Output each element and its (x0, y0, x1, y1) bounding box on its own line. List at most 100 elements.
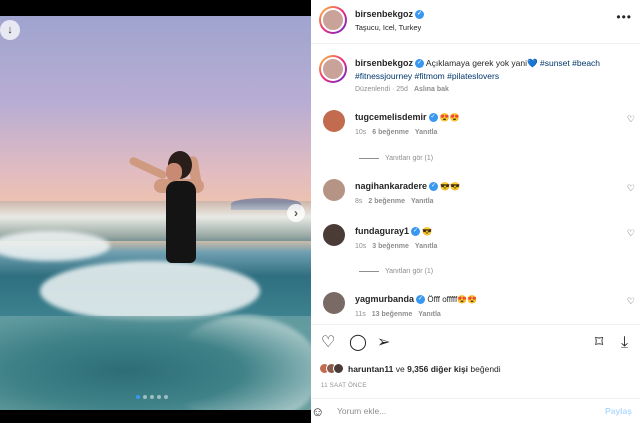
photo-foam (0, 231, 110, 261)
liker-username[interactable]: haruntan11 (348, 364, 393, 374)
photo-person (154, 151, 206, 269)
commenter-avatar[interactable] (323, 110, 345, 132)
view-replies-label[interactable]: Yanıtları gör (1) (385, 268, 433, 275)
heart-outline-icon[interactable]: ♡ (627, 296, 635, 307)
heart-outline-icon[interactable]: ♡ (627, 183, 635, 194)
caption-hashtags[interactable]: #sunset #beach (540, 58, 600, 68)
download-tray-icon[interactable]: ⤓ (621, 334, 628, 352)
see-original-link[interactable]: Aslına bak (414, 86, 449, 93)
comment-text: Öfff offfff😍😍 (427, 295, 478, 304)
caption-body: Açıklamaya gerek yok yani (425, 58, 528, 68)
likes-connector: ve (395, 363, 405, 374)
comment-text: 😎😎 (440, 182, 461, 191)
reply-button[interactable]: Yanıtla (415, 129, 438, 136)
verified-icon: ✓ (415, 59, 425, 69)
heart-outline-icon[interactable]: ♡ (627, 114, 635, 125)
carousel-dot (136, 395, 140, 399)
view-replies-label[interactable]: Yanıtları gör (1) (385, 155, 433, 162)
heart-outline-icon[interactable]: ♡ (627, 228, 635, 239)
reply-button[interactable]: Yanıtla (411, 198, 434, 205)
commenter-avatar[interactable] (323, 179, 345, 201)
comment-meta: 10s 6 beğenme Yanıtla (355, 129, 437, 136)
comment-meta: 8s 2 beğenme Yanıtla (355, 198, 434, 205)
comment-item: fundaguray1 ✓ 😎 10s 3 beğenme Yanıtla ♡ (319, 224, 637, 254)
comment-item: tugcemelisdemir ✓ 😍😍 10s 6 beğenme Yanıtla … (319, 110, 637, 140)
divider (359, 271, 379, 272)
comment-item: nagihankaradere ✓ 😎😎 8s 2 beğenme Yanıtla ♡ (319, 179, 637, 209)
caption-text: birsenbekgoz ✓ Açıklamaya gerek yok yani💙… (355, 57, 635, 83)
verified-icon: ✓ (428, 113, 438, 123)
commenter-avatar[interactable] (323, 292, 345, 314)
verified-icon: ✓ (411, 227, 421, 237)
comment-body: yagmurbanda ✓ Öfff offfff😍😍 (355, 294, 478, 305)
comment-body: tugcemelisdemir ✓ 😍😍 (355, 112, 460, 123)
add-comment-bar: ☺ Paylaş (311, 398, 640, 423)
emoji-icon[interactable]: ☺ (311, 404, 324, 419)
comment-meta: 10s 3 beğenme Yanıtla (355, 243, 437, 250)
comment-likes[interactable]: 6 beğenme (372, 129, 409, 136)
post-header: birsenbekgoz ✓ Taşucu, Icel, Turkey ••• (311, 0, 640, 44)
share-icon[interactable]: ➢ (377, 334, 390, 352)
post-timestamp[interactable]: 11 SAAT ÖNCE (321, 383, 367, 389)
caption-hashtags[interactable]: #fitnessjourney #fitmom #pilateslovers (355, 71, 499, 81)
comment-item: yagmurbanda ✓ Öfff offfff😍😍 11s 13 beğenme… (319, 292, 637, 322)
comment-body: fundaguray1 ✓ 😎 (355, 226, 433, 237)
reply-button[interactable]: Yanıtla (418, 311, 441, 318)
comment-time: 10s (355, 243, 367, 250)
caption-meta: Düzenlendi · 25d Aslına bak (355, 86, 449, 93)
liker-avatar (333, 363, 344, 374)
download-icon[interactable]: ↓ (0, 20, 20, 40)
comment-meta: 11s 13 beğenme Yanıtla (355, 311, 441, 318)
commenter-username[interactable]: nagihankaradere (355, 181, 427, 191)
more-horizontal-icon[interactable]: ••• (616, 10, 632, 24)
commenter-username[interactable]: fundaguray1 (355, 226, 409, 236)
author-avatar[interactable] (319, 6, 347, 34)
post-comment-button[interactable]: Paylaş (605, 406, 632, 416)
photo-foam (40, 261, 260, 321)
comment-icon[interactable]: ◯ (349, 334, 367, 352)
verified-icon: ✓ (416, 295, 426, 305)
post-side-panel: birsenbekgoz ✓ Taşucu, Icel, Turkey ••• b… (311, 0, 640, 423)
post-location[interactable]: Taşucu, Icel, Turkey (355, 23, 421, 32)
likes-others[interactable]: 9,356 diğer kişi (407, 364, 468, 374)
reply-button[interactable]: Yanıtla (415, 243, 438, 250)
comment-text: 😍😍 (439, 113, 460, 122)
comment-likes[interactable]: 2 beğenme (368, 198, 405, 205)
likes-suffix: beğendi (470, 363, 501, 374)
comment-likes[interactable]: 3 beğenme (372, 243, 409, 250)
view-replies[interactable]: Yanıtları gör (1) (359, 268, 433, 275)
carousel-dot (157, 395, 161, 399)
caption-username[interactable]: birsenbekgoz (355, 58, 413, 68)
comment-time: 8s (355, 198, 363, 205)
heart-emoji: 💙 (527, 58, 538, 68)
commenter-avatar[interactable] (323, 224, 345, 246)
like-icon[interactable]: ♡ (321, 334, 335, 352)
divider (359, 158, 379, 159)
carousel-indicator (136, 395, 168, 399)
likes-summary: haruntan11 ve 9,356 diğer kişi beğendi (319, 363, 501, 374)
comment-time: 10s (355, 129, 367, 136)
comment-input[interactable] (337, 404, 587, 418)
edited-label: Düzenlendi · 25d (355, 86, 408, 93)
save-icon[interactable]: ⌑ (595, 334, 603, 352)
carousel-dot (143, 395, 147, 399)
caption-avatar[interactable] (319, 55, 347, 83)
action-bar: ♡ ◯ ➢ ⌑ ⤓ (311, 324, 640, 364)
commenter-username[interactable]: yagmurbanda (355, 294, 414, 304)
carousel-dot (164, 395, 168, 399)
likes-text: haruntan11 ve 9,356 diğer kişi beğendi (348, 364, 501, 374)
comment-time: 11s (355, 311, 366, 318)
comment-text: 😎 (422, 227, 433, 236)
verified-icon: ✓ (415, 10, 425, 20)
carousel-next-icon[interactable]: › (287, 204, 305, 222)
comment-likes[interactable]: 13 beğenme (372, 311, 412, 318)
commenter-username[interactable]: tugcemelisdemir (355, 112, 427, 122)
verified-icon: ✓ (429, 182, 439, 192)
carousel-dot (150, 395, 154, 399)
post-photo[interactable] (0, 16, 311, 410)
comment-body: nagihankaradere ✓ 😎😎 (355, 181, 461, 192)
view-replies[interactable]: Yanıtları gör (1) (359, 155, 433, 162)
author-username-text[interactable]: birsenbekgoz (355, 9, 413, 19)
author-username[interactable]: birsenbekgoz ✓ (355, 9, 425, 20)
media-panel: ↓ › (0, 0, 311, 423)
